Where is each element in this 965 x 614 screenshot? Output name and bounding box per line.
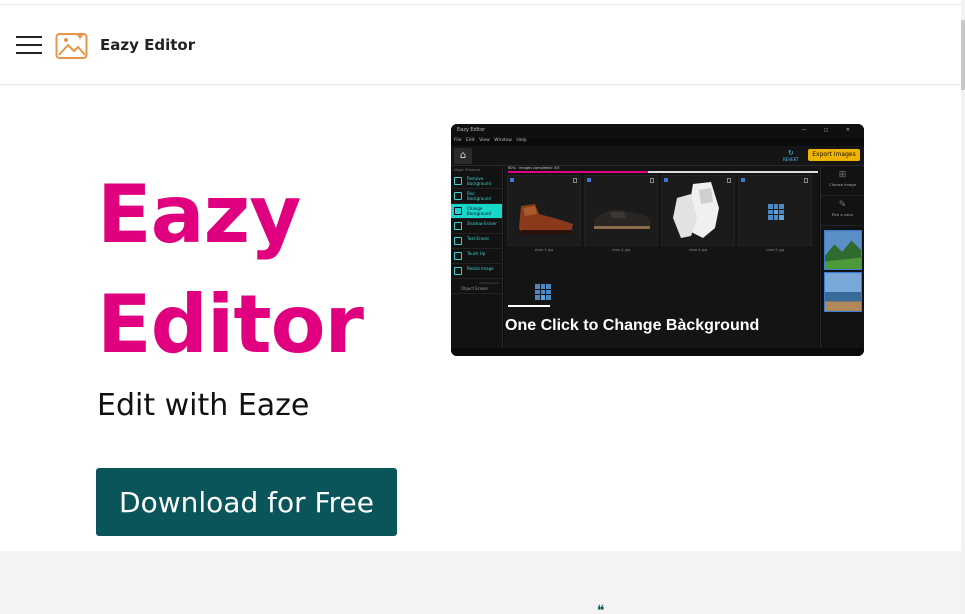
black-oxford-image [594, 209, 651, 229]
image-placeholder-icon [535, 284, 551, 300]
preview-object-eraser: Coming Soon Object Eraser [451, 279, 502, 294]
caption-underline [508, 305, 550, 307]
check-icon [510, 178, 514, 182]
eyedropper-icon: ✎ [838, 200, 847, 210]
tile-caption: shoe-2.jpg [611, 248, 631, 252]
preview-tool: Blur Background [451, 189, 502, 204]
sea-landscape-image [824, 272, 862, 312]
preview-tool-active: Change Background [451, 204, 502, 219]
pick-color-label: Pick a color [831, 212, 854, 217]
home-icon: ⌂ [454, 148, 472, 164]
preview-caption: One Click to Change Bàckground [505, 317, 760, 334]
scrollbar-thumb[interactable] [961, 20, 965, 90]
next-section-band: ❝ [0, 551, 962, 614]
preview-tile [584, 175, 658, 246]
tool-label: Blur Background [467, 191, 491, 201]
tool-icon [454, 237, 462, 245]
preview-tile [661, 175, 735, 246]
object-eraser-label: Object Eraser [461, 286, 489, 291]
hero-title: Eazy Editor [97, 160, 427, 380]
tagline: Edit with Eaze [97, 388, 310, 423]
page: Eazy Editor Eazy Editor Edit with Eaze D… [0, 0, 965, 614]
check-icon [587, 178, 591, 182]
preview-titlebar: Eazy Editor — ◻ ✕ [451, 124, 864, 138]
tool-label: Remove Background [467, 176, 491, 186]
preview-bottom-strip [451, 348, 864, 356]
hero-title-line2: Editor [97, 278, 364, 371]
preview-pick-color: ✎ Pick a color [821, 196, 864, 226]
download-button[interactable]: Download for Free [96, 468, 397, 536]
preview-progress-label: 60% · Images completed: 3/5 [508, 166, 560, 170]
progress-track [648, 171, 818, 173]
brand-name[interactable]: Eazy Editor [100, 36, 195, 54]
preview-magic-label: Magic Products [454, 168, 481, 172]
choose-image-label: Choose Image [828, 182, 857, 187]
revert-icon: ↻ [787, 149, 794, 157]
trash-icon [804, 178, 808, 183]
preview-revert: ↻ REVERT [783, 149, 799, 162]
preview-export-button: Export Images [808, 149, 860, 161]
tool-label: Text Eraser [467, 236, 490, 241]
preview-window-controls: — ◻ ✕ [801, 127, 858, 133]
trash-icon [650, 178, 654, 183]
tile-caption: shoe-4.jpg [688, 248, 708, 252]
tool-label: Resize Image [467, 266, 494, 271]
preview-toolbar: ⌂ ↻ REVERT Export Images [451, 146, 864, 166]
mountain-landscape-image [824, 230, 862, 270]
preview-choose-image: ⊞ Choose Image [821, 166, 864, 196]
tool-label: Touch Up [467, 251, 486, 256]
preview-menu-bar: File Edit View Window Help [454, 138, 527, 143]
preview-tool: Remove Background [451, 174, 502, 189]
preview-progress [508, 171, 818, 173]
hero-title-line1: Eazy [97, 168, 301, 261]
preview-tile [507, 175, 581, 246]
trash-icon [573, 178, 577, 183]
app-preview: Eazy Editor — ◻ ✕ File Edit View Window … [451, 124, 864, 356]
tool-label: Shadow Eraser [467, 221, 497, 226]
preview-tile [738, 175, 812, 246]
tool-icon [454, 252, 462, 260]
brown-boot-image [519, 204, 573, 234]
tool-icon [454, 177, 462, 185]
preview-rightbar: ⊞ Choose Image ✎ Pick a color [820, 166, 864, 348]
preview-tool: Text Eraser [451, 234, 502, 249]
check-icon [741, 178, 745, 182]
preview-window-title: Eazy Editor [457, 127, 486, 133]
image-placeholder-icon [768, 204, 784, 220]
preview-tool: Touch Up [451, 249, 502, 264]
white-sneaker-image [673, 182, 719, 238]
progress-fill [508, 171, 648, 173]
quote-icon: ❝ [597, 603, 605, 614]
tool-icon [454, 207, 462, 215]
revert-label: REVERT [783, 157, 799, 162]
scrollbar[interactable] [961, 0, 965, 614]
tile-caption: shoe-5.jpg [765, 248, 785, 252]
tool-icon [454, 267, 462, 275]
preview-tool: Resize Image [451, 264, 502, 279]
preview-tool: Shadow Eraser [451, 219, 502, 234]
tool-icon [454, 222, 462, 230]
tool-icon [454, 192, 462, 200]
image-sparkle-icon[interactable] [55, 30, 89, 60]
preview-sidebar: Magic Products Remove Background Blur Ba… [451, 166, 503, 348]
hamburger-icon[interactable] [16, 35, 42, 55]
tool-label: Change Background [467, 206, 491, 216]
add-image-icon: ⊞ [838, 170, 847, 180]
navbar: Eazy Editor [0, 5, 962, 85]
tile-caption: shoe-1.jpg [534, 248, 554, 252]
